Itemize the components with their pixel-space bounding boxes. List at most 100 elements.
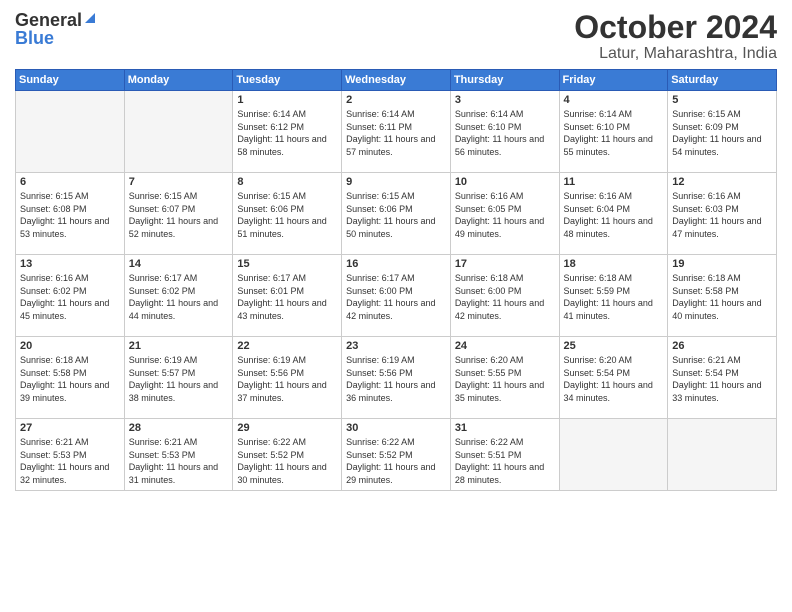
calendar-cell: 24 Sunrise: 6:20 AMSunset: 5:55 PMDayligh… (450, 337, 559, 419)
month-title: October 2024 (574, 10, 777, 45)
calendar-cell: 7 Sunrise: 6:15 AMSunset: 6:07 PMDaylight… (124, 173, 233, 255)
title-area: October 2024 Latur, Maharashtra, India (574, 10, 777, 63)
day-number: 12 (672, 176, 772, 188)
cell-info: Sunrise: 6:22 AMSunset: 5:52 PMDaylight:… (346, 436, 446, 486)
calendar-cell: 1Sunrise: 6:14 AMSunset: 6:12 PMDaylight… (233, 91, 342, 173)
logo-triangle-icon (83, 11, 97, 30)
calendar-cell: 12 Sunrise: 6:16 AMSunset: 6:03 PMDayligh… (668, 173, 777, 255)
cell-info: Sunrise: 6:17 AMSunset: 6:00 PMDaylight:… (346, 272, 446, 322)
calendar-cell (16, 91, 125, 173)
cell-info: Sunrise: 6:18 AMSunset: 5:58 PMDaylight:… (20, 354, 120, 404)
day-of-week-header: Saturday (668, 70, 777, 91)
day-number: 28 (129, 422, 229, 434)
cell-info: Sunrise: 6:17 AMSunset: 6:02 PMDaylight:… (129, 272, 229, 322)
cell-info: Sunrise: 6:14 AMSunset: 6:11 PMDaylight:… (346, 108, 446, 158)
cell-info: Sunrise: 6:15 AMSunset: 6:08 PMDaylight:… (20, 190, 120, 240)
cell-info: Sunrise: 6:21 AMSunset: 5:53 PMDaylight:… (129, 436, 229, 486)
day-of-week-header: Tuesday (233, 70, 342, 91)
cell-info: Sunrise: 6:19 AMSunset: 5:56 PMDaylight:… (237, 354, 337, 404)
calendar-cell: 26 Sunrise: 6:21 AMSunset: 5:54 PMDayligh… (668, 337, 777, 419)
day-of-week-header: Thursday (450, 70, 559, 91)
cell-info: Sunrise: 6:15 AMSunset: 6:07 PMDaylight:… (129, 190, 229, 240)
calendar-cell (124, 91, 233, 173)
cell-info: Sunrise: 6:14 AMSunset: 6:10 PMDaylight:… (564, 108, 664, 158)
cell-info: Sunrise: 6:18 AMSunset: 6:00 PMDaylight:… (455, 272, 555, 322)
cell-info: Sunrise: 6:20 AMSunset: 5:54 PMDaylight:… (564, 354, 664, 404)
cell-info: Sunrise: 6:15 AMSunset: 6:06 PMDaylight:… (346, 190, 446, 240)
day-number: 18 (564, 258, 664, 270)
calendar-cell: 10Sunrise: 6:16 AMSunset: 6:05 PMDayligh… (450, 173, 559, 255)
cell-info: Sunrise: 6:19 AMSunset: 5:56 PMDaylight:… (346, 354, 446, 404)
day-number: 3 (455, 94, 555, 106)
cell-info: Sunrise: 6:19 AMSunset: 5:57 PMDaylight:… (129, 354, 229, 404)
calendar-cell: 22 Sunrise: 6:19 AMSunset: 5:56 PMDayligh… (233, 337, 342, 419)
calendar-cell: 30Sunrise: 6:22 AMSunset: 5:52 PMDayligh… (342, 419, 451, 491)
cell-info: Sunrise: 6:22 AMSunset: 5:51 PMDaylight:… (455, 436, 555, 486)
calendar-cell: 3 Sunrise: 6:14 AMSunset: 6:10 PMDaylight… (450, 91, 559, 173)
day-number: 15 (237, 258, 337, 270)
day-number: 7 (129, 176, 229, 188)
day-number: 11 (564, 176, 664, 188)
logo: General Blue (15, 10, 97, 49)
calendar-cell (668, 419, 777, 491)
calendar-cell: 20 Sunrise: 6:18 AMSunset: 5:58 PMDayligh… (16, 337, 125, 419)
day-of-week-header: Friday (559, 70, 668, 91)
calendar-cell: 31 Sunrise: 6:22 AMSunset: 5:51 PMDayligh… (450, 419, 559, 491)
calendar-cell: 4 Sunrise: 6:14 AMSunset: 6:10 PMDaylight… (559, 91, 668, 173)
cell-info: Sunrise: 6:16 AMSunset: 6:02 PMDaylight:… (20, 272, 120, 322)
calendar-cell: 16 Sunrise: 6:17 AMSunset: 6:00 PMDayligh… (342, 255, 451, 337)
day-number: 20 (20, 340, 120, 352)
day-number: 10 (455, 176, 555, 188)
day-number: 26 (672, 340, 772, 352)
calendar-cell: 8 Sunrise: 6:15 AMSunset: 6:06 PMDaylight… (233, 173, 342, 255)
cell-info: Sunrise: 6:20 AMSunset: 5:55 PMDaylight:… (455, 354, 555, 404)
calendar-cell: 18 Sunrise: 6:18 AMSunset: 5:59 PMDayligh… (559, 255, 668, 337)
calendar-cell: 25 Sunrise: 6:20 AMSunset: 5:54 PMDayligh… (559, 337, 668, 419)
calendar-cell: 5 Sunrise: 6:15 AMSunset: 6:09 PMDaylight… (668, 91, 777, 173)
day-number: 19 (672, 258, 772, 270)
calendar: SundayMondayTuesdayWednesdayThursdayFrid… (15, 69, 777, 491)
day-number: 16 (346, 258, 446, 270)
day-of-week-header: Monday (124, 70, 233, 91)
day-number: 31 (455, 422, 555, 434)
cell-info: Sunrise: 6:22 AMSunset: 5:52 PMDaylight:… (237, 436, 337, 486)
calendar-cell: 27 Sunrise: 6:21 AMSunset: 5:53 PMDayligh… (16, 419, 125, 491)
cell-info: Sunrise: 6:18 AMSunset: 5:58 PMDaylight:… (672, 272, 772, 322)
cell-info: Sunrise: 6:14 AMSunset: 6:10 PMDaylight:… (455, 108, 555, 158)
cell-info: Sunrise: 6:16 AMSunset: 6:04 PMDaylight:… (564, 190, 664, 240)
cell-info: Sunrise: 6:15 AMSunset: 6:09 PMDaylight:… (672, 108, 772, 158)
day-number: 8 (237, 176, 337, 188)
day-number: 27 (20, 422, 120, 434)
day-number: 6 (20, 176, 120, 188)
day-number: 4 (564, 94, 664, 106)
logo-blue: Blue (15, 28, 54, 49)
cell-info: Sunrise: 6:17 AMSunset: 6:01 PMDaylight:… (237, 272, 337, 322)
day-number: 17 (455, 258, 555, 270)
location: Latur, Maharashtra, India (574, 45, 777, 63)
day-number: 9 (346, 176, 446, 188)
cell-info: Sunrise: 6:21 AMSunset: 5:53 PMDaylight:… (20, 436, 120, 486)
cell-info: Sunrise: 6:15 AMSunset: 6:06 PMDaylight:… (237, 190, 337, 240)
day-number: 25 (564, 340, 664, 352)
calendar-cell: 19 Sunrise: 6:18 AMSunset: 5:58 PMDayligh… (668, 255, 777, 337)
day-of-week-header: Sunday (16, 70, 125, 91)
cell-info: Sunrise: 6:18 AMSunset: 5:59 PMDaylight:… (564, 272, 664, 322)
cell-info: Sunrise: 6:21 AMSunset: 5:54 PMDaylight:… (672, 354, 772, 404)
day-number: 1 (237, 94, 337, 106)
day-number: 21 (129, 340, 229, 352)
calendar-cell: 9 Sunrise: 6:15 AMSunset: 6:06 PMDaylight… (342, 173, 451, 255)
day-number: 24 (455, 340, 555, 352)
day-number: 22 (237, 340, 337, 352)
calendar-cell: 14Sunrise: 6:17 AMSunset: 6:02 PMDayligh… (124, 255, 233, 337)
calendar-cell: 28 Sunrise: 6:21 AMSunset: 5:53 PMDayligh… (124, 419, 233, 491)
calendar-cell: 2 Sunrise: 6:14 AMSunset: 6:11 PMDaylight… (342, 91, 451, 173)
day-of-week-header: Wednesday (342, 70, 451, 91)
day-number: 23 (346, 340, 446, 352)
day-number: 5 (672, 94, 772, 106)
calendar-header-row: SundayMondayTuesdayWednesdayThursdayFrid… (16, 70, 777, 91)
header: General Blue October 2024 Latur, Maharas… (15, 10, 777, 63)
day-number: 2 (346, 94, 446, 106)
cell-info: Sunrise: 6:16 AMSunset: 6:03 PMDaylight:… (672, 190, 772, 240)
day-number: 29 (237, 422, 337, 434)
calendar-cell: 21 Sunrise: 6:19 AMSunset: 5:57 PMDayligh… (124, 337, 233, 419)
